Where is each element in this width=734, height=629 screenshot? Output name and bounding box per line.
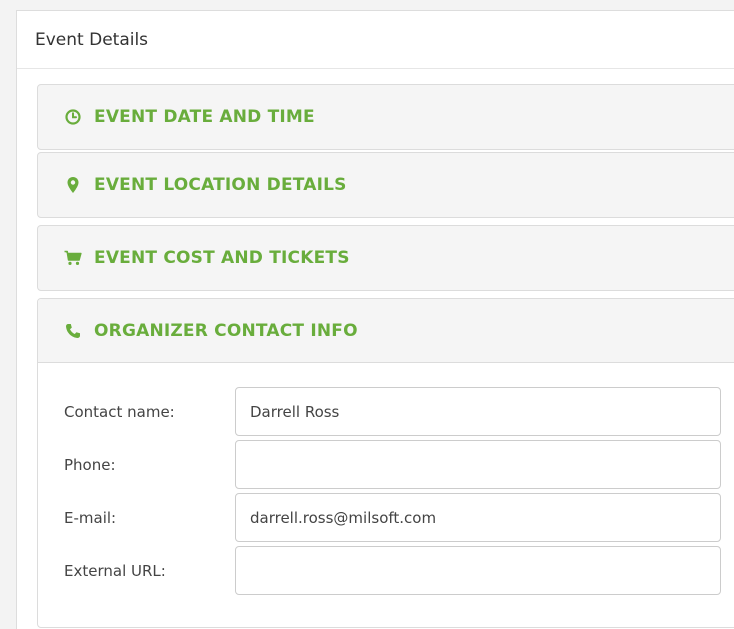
contact-name-input[interactable] [235, 387, 721, 436]
section-label: EVENT LOCATION DETAILS [94, 175, 347, 195]
section-event-date-time[interactable]: EVENT DATE AND TIME [37, 84, 734, 150]
panel-title: Event Details [17, 11, 734, 69]
section-event-location[interactable]: EVENT LOCATION DETAILS [37, 152, 734, 218]
event-details-panel: Event Details EVENT DATE AND TIME EVENT … [16, 10, 734, 629]
phone-input[interactable] [235, 440, 721, 489]
section-header-date-time[interactable]: EVENT DATE AND TIME [38, 85, 734, 149]
section-header-location[interactable]: EVENT LOCATION DETAILS [38, 153, 734, 217]
contact-name-label: Contact name: [64, 403, 175, 421]
contact-name-row: Contact name: [38, 387, 734, 440]
section-label: EVENT COST AND TICKETS [94, 248, 350, 268]
section-organizer-contact: ORGANIZER CONTACT INFO Contact name: Pho… [37, 298, 734, 628]
contact-form: Contact name: Phone: E-mail: External UR… [38, 363, 734, 599]
external-url-row: External URL: [38, 546, 734, 599]
external-url-label: External URL: [64, 562, 166, 580]
section-header-cost[interactable]: EVENT COST AND TICKETS [38, 226, 734, 290]
phone-label: Phone: [64, 456, 116, 474]
phone-icon [64, 322, 82, 340]
section-label: EVENT DATE AND TIME [94, 107, 315, 127]
email-input[interactable] [235, 493, 721, 542]
page: Event Details EVENT DATE AND TIME EVENT … [0, 0, 734, 629]
external-url-input[interactable] [235, 546, 721, 595]
clock-icon [64, 108, 82, 126]
section-label: ORGANIZER CONTACT INFO [94, 320, 358, 341]
section-header-organizer[interactable]: ORGANIZER CONTACT INFO [38, 299, 734, 363]
section-event-cost[interactable]: EVENT COST AND TICKETS [37, 225, 734, 291]
email-label: E-mail: [64, 509, 117, 527]
email-row: E-mail: [38, 493, 734, 546]
shopping-cart-icon [64, 249, 82, 267]
phone-row: Phone: [38, 440, 734, 493]
map-marker-icon [64, 176, 82, 194]
